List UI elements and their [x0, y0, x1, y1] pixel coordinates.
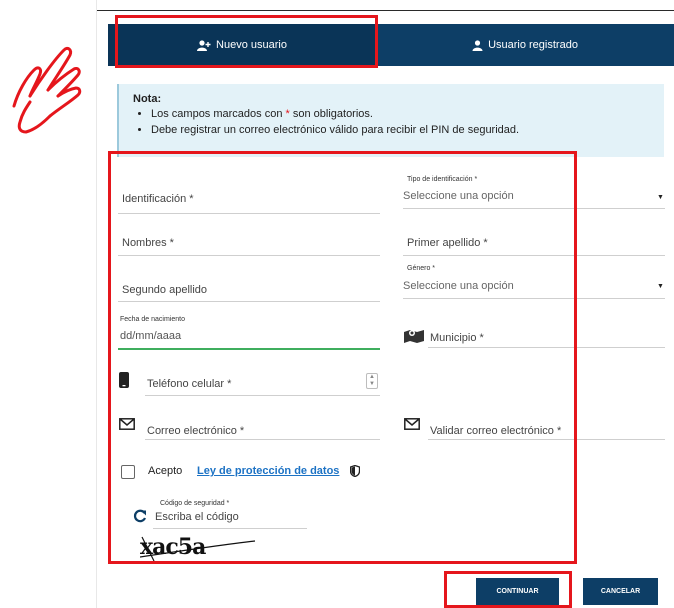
highlight-form-area: [108, 151, 577, 564]
tab-registered-user-label: Usuario registrado: [488, 39, 578, 51]
highlight-new-user-tab: [115, 15, 378, 68]
content-left-border: [96, 0, 97, 608]
cancelar-button[interactable]: CANCELAR: [583, 578, 658, 605]
user-icon: [472, 39, 483, 51]
required-mark: *: [285, 108, 290, 120]
hand-pointer-icon: [12, 46, 82, 134]
tab-registered-user[interactable]: Usuario registrado: [376, 24, 674, 66]
note-list: Los campos marcados con * son obligatori…: [123, 106, 519, 138]
highlight-continue-button: [444, 571, 572, 608]
note-item-email: Debe registrar un correo electrónico vál…: [151, 122, 519, 138]
info-note: Nota: Los campos marcados con * son obli…: [117, 84, 664, 157]
top-divider: [97, 10, 674, 11]
tipo-id-dropdown-caret-icon[interactable]: ▼: [657, 194, 664, 201]
note-title: Nota:: [133, 93, 162, 105]
genero-dropdown-caret-icon[interactable]: ▼: [657, 283, 664, 290]
note-item-required: Los campos marcados con * son obligatori…: [151, 106, 519, 122]
